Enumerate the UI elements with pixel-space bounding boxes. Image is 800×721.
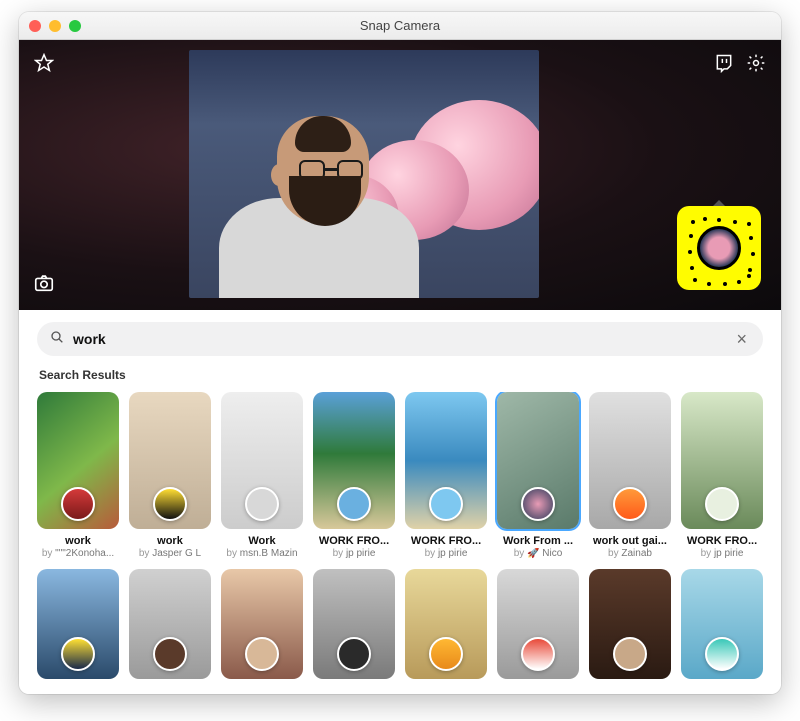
lens-thumbnail [129, 392, 211, 529]
maximize-window-button[interactable] [69, 20, 81, 32]
lens-item[interactable] [405, 569, 487, 679]
lens-badge-icon [337, 637, 371, 671]
lens-badge-icon [429, 637, 463, 671]
lens-item[interactable] [681, 569, 763, 679]
lens-badge-icon [153, 637, 187, 671]
window-title: Snap Camera [19, 18, 781, 33]
titlebar: Snap Camera [19, 12, 781, 40]
settings-button[interactable] [745, 52, 767, 74]
lens-thumbnail [681, 569, 763, 679]
lens-author: by """2Konoha... [42, 548, 114, 559]
lens-grid-row2 [37, 569, 763, 679]
lens-item[interactable]: WORK FRO...by jp pirie [405, 392, 487, 559]
close-window-button[interactable] [29, 20, 41, 32]
lens-thumbnail [37, 392, 119, 529]
lens-badge-icon [613, 487, 647, 521]
window-controls [29, 20, 81, 32]
lens-badge-icon [705, 637, 739, 671]
lens-item[interactable] [589, 569, 671, 679]
lens-thumbnail [589, 392, 671, 529]
lens-name: work [65, 535, 91, 547]
lens-item[interactable] [221, 569, 303, 679]
lens-author: by Jasper G L [139, 548, 201, 559]
lens-badge-icon [61, 637, 95, 671]
lens-thumbnail [681, 392, 763, 529]
clear-search-button[interactable]: × [732, 329, 751, 350]
lens-item[interactable] [313, 569, 395, 679]
lens-thumbnail [221, 569, 303, 679]
lens-thumbnail [313, 569, 395, 679]
favorites-button[interactable] [33, 52, 55, 74]
lens-badge-icon [245, 637, 279, 671]
lens-item[interactable]: work out gai...by Zainab [589, 392, 671, 559]
lens-thumbnail [589, 569, 671, 679]
lens-badge-icon [429, 487, 463, 521]
lens-item[interactable]: workby """2Konoha... [37, 392, 119, 559]
minimize-window-button[interactable] [49, 20, 61, 32]
lens-author: by jp pirie [701, 548, 744, 559]
lens-name: Work From ... [503, 535, 573, 547]
lens-author: by Zainab [608, 548, 652, 559]
lens-badge-icon [153, 487, 187, 521]
capture-button[interactable] [33, 272, 55, 294]
lens-badge-icon [337, 487, 371, 521]
lens-thumbnail [129, 569, 211, 679]
results-heading: Search Results [39, 368, 761, 382]
lens-badge-icon [521, 487, 555, 521]
lens-name: work out gai... [593, 535, 667, 547]
lens-item[interactable] [497, 569, 579, 679]
lens-name: work [157, 535, 183, 547]
lens-author: by msn.B Mazin [226, 548, 297, 559]
lens-thumbnail [405, 569, 487, 679]
search-panel: × Search Results workby """2Konoha...wor… [19, 308, 781, 694]
lens-badge-icon [613, 637, 647, 671]
lens-item[interactable]: Workby msn.B Mazin [221, 392, 303, 559]
lens-thumbnail [497, 392, 579, 529]
lens-item[interactable]: WORK FRO...by jp pirie [313, 392, 395, 559]
search-icon [49, 329, 65, 350]
search-bar: × [37, 322, 763, 356]
camera-preview [189, 50, 539, 298]
lens-badge-icon [61, 487, 95, 521]
lens-item[interactable] [37, 569, 119, 679]
lens-item[interactable] [129, 569, 211, 679]
lens-thumbnail [405, 392, 487, 529]
camera-preview-area [19, 40, 781, 310]
lens-author: by jp pirie [333, 548, 376, 559]
lens-thumbnail [497, 569, 579, 679]
lens-badge-icon [521, 637, 555, 671]
lens-name: WORK FRO... [319, 535, 389, 547]
search-input[interactable] [73, 331, 724, 347]
lens-thumbnail [221, 392, 303, 529]
lens-item[interactable]: workby Jasper G L [129, 392, 211, 559]
lens-name: WORK FRO... [687, 535, 757, 547]
lens-item[interactable]: WORK FRO...by jp pirie [681, 392, 763, 559]
app-window: Snap Camera [19, 12, 781, 694]
lens-item[interactable]: Work From ...by 🚀 Nico [497, 392, 579, 559]
snapcode-button[interactable] [677, 206, 761, 290]
lens-thumbnail [37, 569, 119, 679]
lens-author: by 🚀 Nico [514, 548, 563, 559]
lens-thumbnail [313, 392, 395, 529]
lens-name: WORK FRO... [411, 535, 481, 547]
lens-badge-icon [245, 487, 279, 521]
lens-author: by jp pirie [425, 548, 468, 559]
twitch-button[interactable] [713, 52, 735, 74]
lens-grid: workby """2Konoha...workby Jasper G LWor… [37, 392, 763, 559]
lens-badge-icon [705, 487, 739, 521]
lens-name: Work [248, 535, 275, 547]
